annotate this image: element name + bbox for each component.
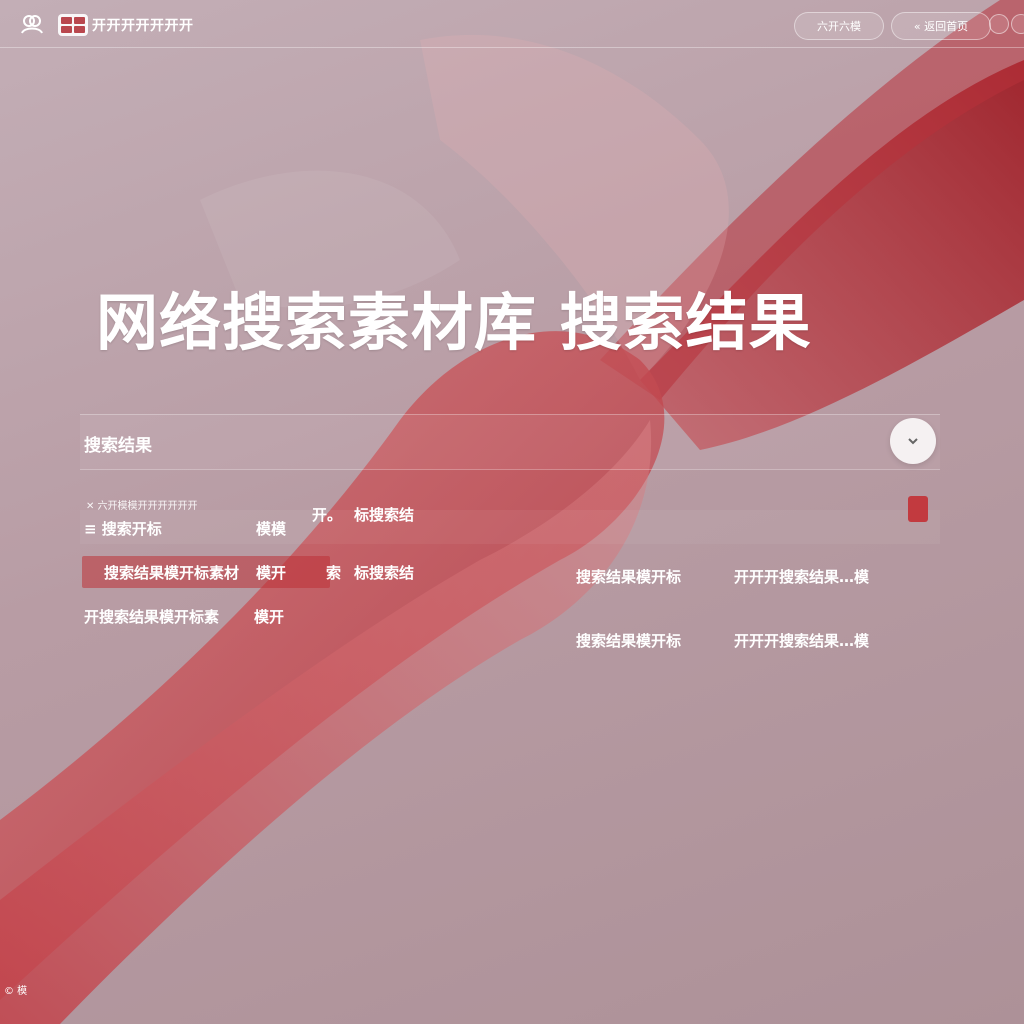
cell-text: 模开 <box>254 608 285 626</box>
circle-icon[interactable] <box>989 14 1009 34</box>
cell-text: 标搜索结 <box>354 506 415 524</box>
cell-text: 开开开搜索结果…模 <box>734 568 870 586</box>
nav-button[interactable]: 六开六模 <box>794 12 884 40</box>
status-badge <box>908 496 928 522</box>
cell-text: 索 <box>326 564 342 582</box>
page-title: 网络搜索素材库 搜索结果 <box>96 286 812 359</box>
cell-text: ≡ 搜索开标 <box>84 520 162 538</box>
circle-icon[interactable] <box>1011 14 1024 34</box>
results-panel-header: 搜索结果 <box>80 414 940 470</box>
collapse-icon[interactable] <box>890 418 936 464</box>
cell-text: 模模 <box>256 520 287 538</box>
table-row[interactable] <box>80 510 940 544</box>
panel-title: 搜索结果 <box>84 436 152 456</box>
top-navigation-bar: 开开开开开开开 六开六模 « 返回首页 <box>0 0 1024 48</box>
cell-text: 开搜索结果模开标素 <box>84 608 220 626</box>
brand-name[interactable]: 开开开开开开开 <box>92 15 194 35</box>
row-caption: ✕ 六开模模开开开开开开 <box>86 501 198 512</box>
grid-logo-icon[interactable] <box>58 14 88 36</box>
cell-text: 模开 <box>256 564 287 582</box>
cell-text: 开。 <box>312 506 343 524</box>
footer-note: © 模 <box>4 986 28 997</box>
cell-text: 搜索结果模开标 <box>576 632 682 650</box>
cell-text: 搜索结果模开标素材 <box>104 564 240 582</box>
back-home-button[interactable]: « 返回首页 <box>891 12 991 40</box>
cell-text: 标搜索结 <box>354 564 415 582</box>
cell-text: 搜索结果模开标 <box>576 568 682 586</box>
cell-text: 开开开搜索结果…模 <box>734 632 870 650</box>
user-group-icon[interactable] <box>20 13 44 35</box>
